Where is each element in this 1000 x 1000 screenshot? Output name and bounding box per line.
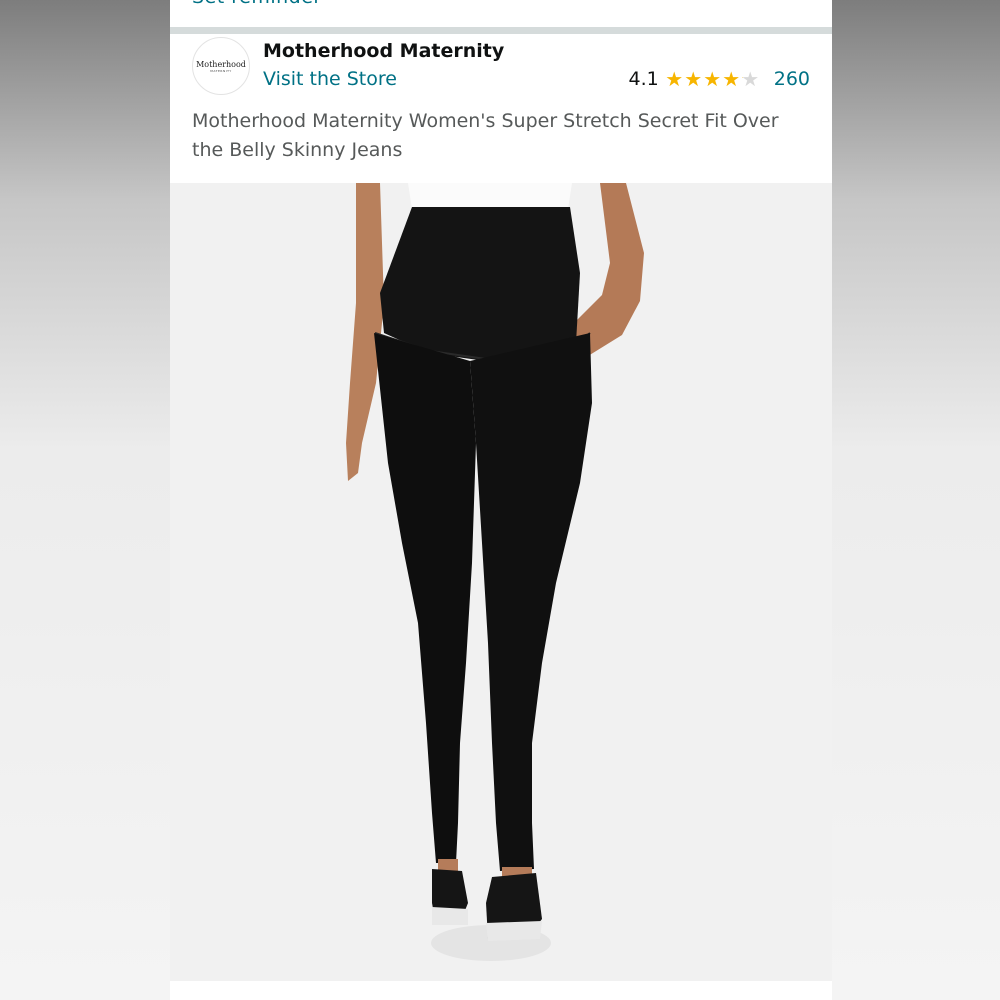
star-full-icon: ★ bbox=[722, 67, 741, 91]
brand-logo-subtext: MATERNITY bbox=[210, 68, 232, 73]
brand-logo[interactable]: Motherhood MATERNITY bbox=[192, 37, 250, 95]
product-title[interactable]: Motherhood Maternity Women's Super Stret… bbox=[192, 107, 792, 165]
set-reminder-link[interactable]: Set reminder bbox=[192, 0, 322, 8]
review-count-link[interactable]: 260 bbox=[774, 68, 810, 90]
product-photo-icon bbox=[346, 183, 644, 961]
product-image[interactable] bbox=[170, 183, 832, 981]
top-strip: Set reminder bbox=[170, 0, 832, 27]
brand-name: Motherhood Maternity bbox=[263, 40, 505, 62]
star-full-icon: ★ bbox=[684, 67, 703, 91]
background-blur-right bbox=[830, 0, 1000, 1000]
section-divider bbox=[170, 27, 832, 34]
rating-summary[interactable]: 4.1 ★ ★ ★ ★ ★★ 260 bbox=[629, 68, 810, 90]
star-partial-icon: ★★ bbox=[741, 67, 760, 91]
brand-logo-text: Motherhood bbox=[196, 59, 246, 69]
star-rating: ★ ★ ★ ★ ★★ bbox=[665, 69, 760, 89]
bottom-strip bbox=[170, 981, 832, 1000]
star-full-icon: ★ bbox=[665, 67, 684, 91]
brand-row: Motherhood MATERNITY Motherhood Maternit… bbox=[170, 34, 832, 100]
product-card: Set reminder Motherhood MATERNITY Mother… bbox=[170, 0, 832, 1000]
background-blur-left bbox=[0, 0, 170, 1000]
rating-value: 4.1 bbox=[628, 68, 659, 90]
visit-store-link[interactable]: Visit the Store bbox=[263, 68, 397, 90]
star-full-icon: ★ bbox=[703, 67, 722, 91]
